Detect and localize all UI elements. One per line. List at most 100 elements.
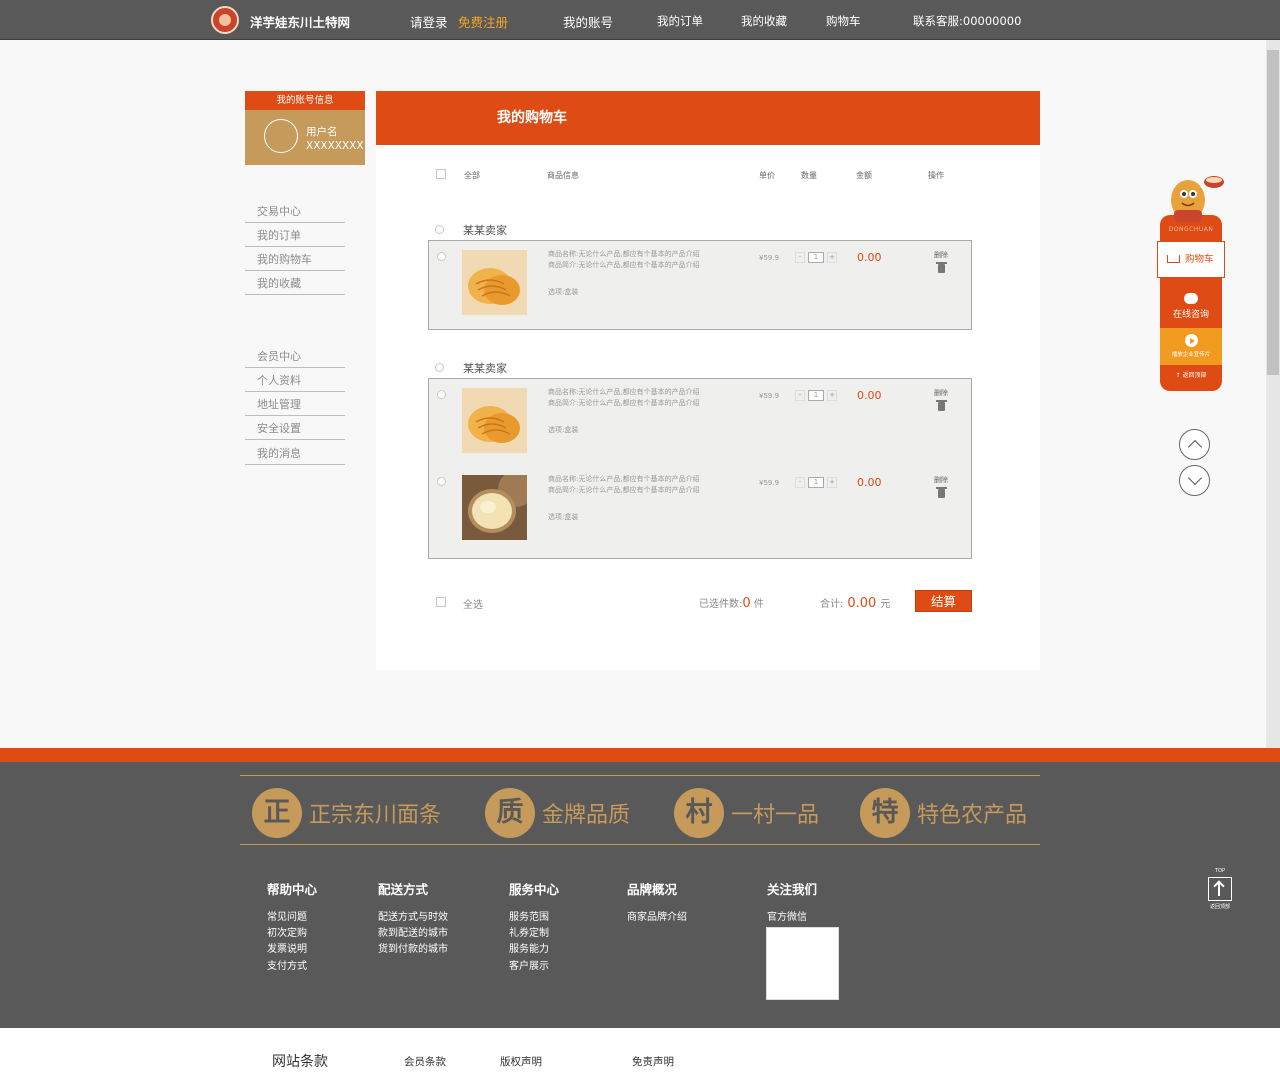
bottom-link-member-terms[interactable]: 会员条款 — [404, 1054, 446, 1069]
seller-group: 商品名称:无论什么产品,都应有个基本的产品介绍 商品简介:无论什么产品,都应有个… — [428, 240, 972, 330]
wechat-qr-code — [766, 927, 839, 1000]
cart-item: 商品名称:无论什么产品,都应有个基本的产品介绍 商品简介:无论什么产品,都应有个… — [429, 241, 973, 321]
footer-divider-top — [240, 775, 1040, 776]
side-item-address[interactable]: 地址管理 — [245, 394, 345, 416]
footer-accent-strip — [0, 748, 1280, 762]
login-link[interactable]: 请登录 — [410, 12, 448, 31]
bottom-link-copyright[interactable]: 版权声明 — [500, 1054, 542, 1069]
side-item-favorites[interactable]: 我的收藏 — [245, 273, 345, 295]
avatar[interactable] — [264, 119, 298, 153]
scrollbar-thumb[interactable] — [1267, 50, 1279, 375]
selected-unit: 件 — [753, 599, 764, 610]
selected-label: 已选件数: — [699, 599, 743, 610]
checkout-button[interactable]: 结算 — [915, 590, 972, 612]
badge-village-icon: 村 — [674, 788, 724, 838]
footer-link-invoice[interactable]: 发票说明 — [267, 940, 307, 955]
item-radio[interactable] — [437, 390, 446, 399]
header-info: 商品信息 — [547, 171, 579, 180]
footer-link-delivery-time[interactable]: 配送方式与时效 — [378, 908, 448, 923]
bottom-link-site-terms[interactable]: 网站条款 — [272, 1051, 328, 1071]
footer-link-first-order[interactable]: 初次定购 — [267, 924, 307, 939]
bottom-link-disclaimer[interactable]: 免责声明 — [632, 1054, 674, 1069]
qty-input[interactable]: 1 — [808, 390, 824, 401]
qty-plus-button[interactable]: + — [827, 390, 837, 401]
product-image-chips[interactable] — [462, 250, 527, 315]
qty-minus-button[interactable]: - — [795, 252, 805, 263]
item-name-line: 商品名称:无论什么产品,都应有个基本的产品介绍 — [548, 475, 700, 483]
footer-link-coupon[interactable]: 礼券定制 — [509, 924, 549, 939]
nav-cart[interactable]: 购物车 — [826, 13, 861, 29]
top-nav: 洋芋娃东川土特网 请登录 免费注册 我的账号 我的订单 我的收藏 购物车 联系客… — [0, 0, 1280, 40]
footer-back-to-top[interactable]: TOP 返回顶部 — [1206, 868, 1234, 912]
badge-village-text: 一村一品 — [731, 803, 820, 828]
nav-my-favorites[interactable]: 我的收藏 — [741, 13, 787, 29]
item-name-line: 商品名称:无论什么产品,都应有个基本的产品介绍 — [548, 250, 700, 258]
seller-radio[interactable] — [435, 363, 444, 372]
qty-input[interactable]: 1 — [808, 477, 824, 488]
footer-link-capability[interactable]: 服务能力 — [509, 940, 549, 955]
online-consult-label: 在线咨询 — [1172, 310, 1209, 320]
quantity-stepper: - 1 + — [795, 252, 837, 263]
floating-back-to-top-label: 返回顶部 — [1182, 372, 1207, 379]
total-amount: 合计: 0.00 元 — [820, 595, 890, 611]
nav-my-orders[interactable]: 我的订单 — [657, 13, 703, 29]
footer-col-delivery-title: 配送方式 — [378, 882, 429, 897]
select-all-checkbox-top[interactable] — [436, 169, 446, 179]
footer-link-payment[interactable]: 支付方式 — [267, 957, 307, 972]
floating-cart-button[interactable]: 购物车 — [1157, 241, 1225, 278]
delete-button[interactable]: 删除 — [934, 250, 948, 260]
header-all: 全部 — [464, 171, 480, 180]
item-amount: 0.00 — [857, 251, 882, 264]
side-item-cart[interactable]: 我的购物车 — [245, 249, 345, 271]
delete-button[interactable]: 删除 — [934, 475, 948, 485]
nav-my-account[interactable]: 我的账号 — [563, 12, 613, 31]
footer-link-prepaid-cities[interactable]: 款到配送的城市 — [378, 924, 448, 939]
qty-minus-button[interactable]: - — [795, 477, 805, 488]
page-scrollbar[interactable] — [1266, 40, 1280, 748]
side-item-profile[interactable]: 个人资料 — [245, 370, 345, 392]
qty-plus-button[interactable]: + — [827, 252, 837, 263]
item-radio[interactable] — [437, 252, 446, 261]
selected-count-value: 0 — [742, 596, 751, 611]
select-all-checkbox[interactable] — [436, 597, 446, 607]
floating-back-to-top[interactable]: ↑ 返回顶部 — [1160, 370, 1222, 379]
scroll-up-button[interactable] — [1179, 429, 1210, 460]
footer-link-faq[interactable]: 常见问题 — [267, 908, 307, 923]
footer-col-follow-title: 关注我们 — [767, 882, 818, 897]
footer-link-brand-intro[interactable]: 商家品牌介绍 — [627, 908, 687, 923]
item-amount: 0.00 — [857, 389, 882, 402]
play-video-button[interactable]: 播放企业宣传片 — [1160, 328, 1222, 365]
register-link[interactable]: 免费注册 — [458, 12, 508, 31]
side-heading-trade: 交易中心 — [245, 201, 345, 223]
footer-link-cod-cities[interactable]: 货到付款的城市 — [378, 940, 448, 955]
item-radio[interactable] — [437, 477, 446, 486]
side-item-messages[interactable]: 我的消息 — [245, 443, 345, 465]
badge-quality-icon: 质 — [485, 788, 535, 838]
trash-icon[interactable] — [936, 400, 947, 411]
select-all-label[interactable]: 全选 — [463, 596, 483, 611]
footer-link-customers[interactable]: 客户展示 — [509, 957, 549, 972]
online-consult-button[interactable]: 在线咨询 — [1160, 289, 1222, 327]
floating-toolbar: DONGCHUAN 购物车 在线咨询 播放企业宣传片 ↑ 返回顶部 — [1157, 215, 1225, 391]
footer-link-wechat[interactable]: 官方微信 — [767, 908, 807, 923]
qty-plus-button[interactable]: + — [827, 477, 837, 488]
item-description: 商品名称:无论什么产品,都应有个基本的产品介绍 商品简介:无论什么产品,都应有个… — [548, 387, 738, 408]
item-option: 选项:盒装 — [548, 426, 579, 434]
site-brand[interactable]: 洋芋娃东川土特网 — [250, 12, 350, 31]
qty-minus-button[interactable]: - — [795, 390, 805, 401]
side-item-security[interactable]: 安全设置 — [245, 418, 345, 440]
username-value: XXXXXXXX — [306, 140, 364, 152]
trash-icon[interactable] — [936, 487, 947, 498]
total-value: 0.00 — [847, 596, 877, 611]
side-item-orders[interactable]: 我的订单 — [245, 225, 345, 247]
delete-button[interactable]: 删除 — [934, 388, 948, 398]
footer-link-service-scope[interactable]: 服务范围 — [509, 908, 549, 923]
qty-input[interactable]: 1 — [808, 252, 824, 263]
seller-radio[interactable] — [435, 225, 444, 234]
product-image-potato[interactable] — [462, 475, 527, 540]
scroll-down-button[interactable] — [1179, 465, 1210, 496]
cart-item: 商品名称:无论什么产品,都应有个基本的产品介绍 商品简介:无论什么产品,都应有个… — [429, 466, 973, 546]
product-image-chips[interactable] — [462, 388, 527, 453]
logo-icon[interactable] — [211, 6, 239, 34]
trash-icon[interactable] — [936, 262, 947, 273]
